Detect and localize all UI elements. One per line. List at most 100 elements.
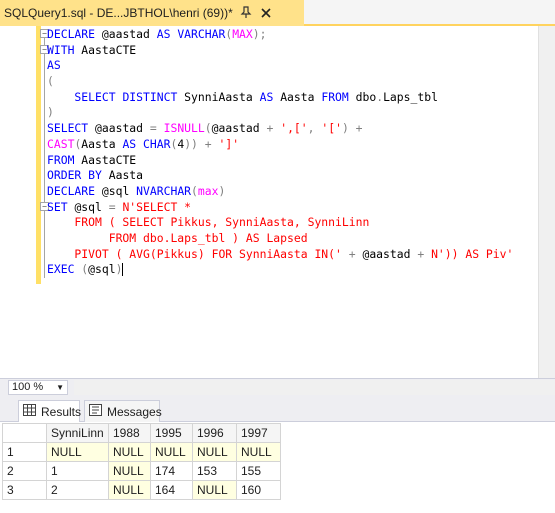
column-header[interactable]: 1997: [236, 423, 281, 443]
column-header[interactable]: 1996: [192, 423, 237, 443]
results-tab-strip: Results Messages: [0, 396, 555, 422]
query-document-tab[interactable]: SQLQuery1.sql - DE...JBTHOL\henri (69))*: [0, 0, 304, 26]
code-token: @aastad: [211, 121, 267, 136]
code-line[interactable]: SET @sql = N'SELECT *: [47, 200, 513, 216]
table-cell[interactable]: 160: [236, 480, 281, 500]
code-line[interactable]: WITH AastaCTE: [47, 43, 513, 59]
table-cell[interactable]: NULL: [108, 461, 151, 481]
chevron-down-icon: ▼: [56, 383, 64, 392]
code-token: SELECT: [47, 121, 96, 136]
code-line[interactable]: PIVOT ( AVG(Pikkus) FOR SynniAasta IN(' …: [47, 247, 513, 263]
table-cell[interactable]: NULL: [192, 480, 237, 500]
code-line[interactable]: CAST(Aasta AS CHAR(4)) + ']': [47, 137, 513, 153]
tab-title: SQLQuery1.sql - DE...JBTHOL\henri (69))*: [4, 6, 233, 20]
table-cell[interactable]: 164: [150, 480, 193, 500]
code-line[interactable]: FROM dbo.Laps_tbl ) AS Lapsed: [47, 231, 513, 247]
code-line[interactable]: FROM ( SELECT Pikkus, SynniAasta, SynniL…: [47, 215, 513, 231]
code-token: DECLARE: [47, 183, 102, 198]
tab-messages[interactable]: Messages: [84, 400, 162, 422]
code-token: AS: [156, 27, 178, 41]
code-token: ,: [307, 121, 322, 136]
code-token: DECLARE: [47, 27, 102, 41]
code-line[interactable]: EXEC (@sql): [47, 262, 513, 278]
code-token: ',[': [280, 121, 308, 136]
column-header[interactable]: 1988: [108, 423, 151, 443]
code-text[interactable]: DECLARE @aastad AS VARCHAR(MAX); WITH Aas…: [47, 27, 513, 278]
code-token: @sql: [88, 262, 116, 277]
messages-icon: [89, 404, 102, 419]
vertical-scrollbar[interactable]: [538, 26, 555, 378]
code-token: (: [204, 121, 212, 136]
code-token: AS: [259, 89, 281, 104]
code-line[interactable]: FROM AastaCTE: [47, 153, 513, 169]
code-token: Aasta: [81, 136, 123, 151]
code-line[interactable]: AS: [47, 58, 513, 74]
code-token: EXEC: [47, 262, 82, 277]
code-token: CHAR: [143, 136, 171, 151]
code-token: (: [47, 74, 54, 89]
code-token: ) +: [341, 121, 363, 136]
table-cell[interactable]: 174: [150, 461, 193, 481]
table-cell[interactable]: 155: [236, 461, 281, 481]
code-token: =: [108, 199, 123, 214]
row-number[interactable]: 1: [2, 442, 47, 462]
row-number[interactable]: 2: [2, 461, 47, 481]
grid-header-row: SynniLinn 1988 1995 1996 1997: [2, 423, 281, 443]
code-token: AastaCTE: [81, 152, 137, 167]
code-token: VARCHAR: [177, 27, 226, 41]
table-cell[interactable]: NULL: [236, 442, 281, 462]
query-editor[interactable]: − − − DECLARE @aastad AS VARCHAR(MAX); WI…: [0, 26, 555, 378]
code-token: @aastad: [101, 27, 157, 41]
code-token: );: [252, 27, 267, 41]
code-line[interactable]: (: [47, 74, 513, 90]
code-token: +: [266, 121, 281, 136]
code-token: @sql: [74, 199, 109, 214]
code-token: @sql: [101, 183, 137, 198]
table-row: 1 NULL NULL NULL NULL NULL: [2, 442, 281, 462]
table-cell[interactable]: NULL: [108, 480, 151, 500]
code-token: Aasta: [280, 89, 322, 104]
grid-icon: [23, 404, 36, 419]
tab-results[interactable]: Results: [18, 400, 82, 422]
code-line[interactable]: ORDER BY Aasta: [47, 168, 513, 184]
column-header[interactable]: 1995: [150, 423, 193, 443]
code-token: '[': [321, 121, 342, 136]
code-line[interactable]: SELECT DISTINCT SynniAasta AS Aasta FROM…: [47, 90, 513, 106]
table-cell[interactable]: 1: [46, 461, 109, 481]
grid-corner[interactable]: [2, 423, 47, 443]
text-cursor: [122, 263, 124, 277]
table-cell[interactable]: NULL: [192, 442, 237, 462]
code-token: AS: [122, 136, 144, 151]
row-number[interactable]: 3: [2, 480, 47, 500]
code-token: ISNULL: [163, 121, 205, 136]
code-token: N')): [431, 246, 459, 261]
tab-results-label: Results: [41, 404, 82, 419]
table-cell[interactable]: NULL: [150, 442, 193, 462]
table-cell[interactable]: NULL: [108, 442, 151, 462]
code-token: =: [149, 121, 164, 136]
horizontal-scrollbar[interactable]: [74, 380, 555, 395]
code-line[interactable]: DECLARE @sql NVARCHAR(max): [47, 184, 513, 200]
code-line[interactable]: ): [47, 105, 513, 121]
code-line[interactable]: DECLARE @aastad AS VARCHAR(MAX);: [47, 27, 513, 43]
results-table: SynniLinn 1988 1995 1996 1997 1 NULL NUL…: [2, 423, 281, 500]
table-cell[interactable]: NULL: [46, 442, 109, 462]
code-token: SynniAasta: [184, 89, 260, 104]
table-cell[interactable]: 153: [192, 461, 237, 481]
code-line[interactable]: SELECT @aastad = ISNULL(@aastad + ',[', …: [47, 121, 513, 137]
document-tab-strip: SQLQuery1.sql - DE...JBTHOL\henri (69))*: [0, 0, 555, 26]
code-token: AS: [47, 58, 61, 73]
code-token: @aastad: [95, 121, 150, 136]
tab-messages-label: Messages: [107, 404, 162, 419]
code-token: ): [47, 105, 54, 120]
table-row: 2 1 NULL 174 153 155: [2, 461, 281, 481]
table-cell[interactable]: 2: [46, 480, 109, 500]
close-icon[interactable]: [259, 6, 273, 20]
code-token: dbo: [355, 89, 377, 104]
pin-icon[interactable]: [239, 6, 253, 20]
code-token: FROM: [47, 152, 82, 167]
zoom-dropdown[interactable]: 100 % ▼: [8, 380, 68, 395]
code-token: ): [115, 262, 123, 277]
column-header[interactable]: SynniLinn: [46, 423, 109, 443]
code-token: AS Piv': [458, 246, 514, 261]
